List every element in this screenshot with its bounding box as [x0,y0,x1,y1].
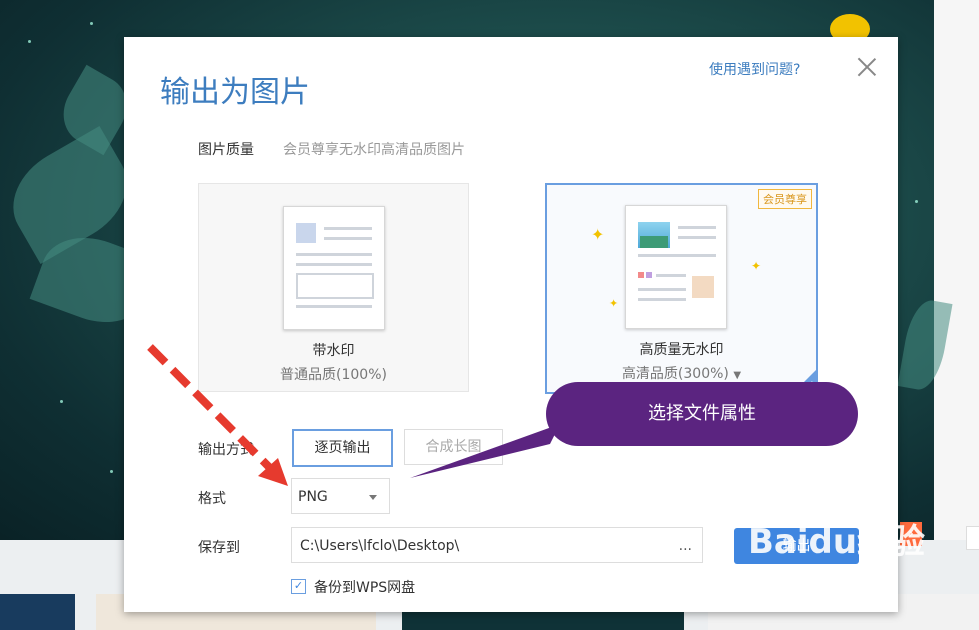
slide-thumbnail[interactable] [0,594,75,630]
star-decoration [110,470,113,473]
help-link[interactable]: 使用遇到问题? [709,59,800,79]
close-icon[interactable] [857,57,877,77]
output-mode-label: 输出方式 [198,442,254,458]
callout-bubble: 选择文件属性 [546,382,858,446]
long-image-button[interactable]: 合成长图 [404,429,503,465]
save-path-field[interactable]: C:\Users\lfclo\Desktop\ ... [291,527,703,563]
save-to-label: 保存到 [198,540,240,556]
browse-button[interactable]: ... [679,528,692,564]
sparkle-icon: ✦ [609,297,619,310]
star-decoration [60,400,63,403]
dialog-title: 输出为图片 [160,75,310,110]
quality-label: 图片质量 [198,142,254,158]
backup-checkbox[interactable]: ✓ [291,579,306,594]
card-quality: 普通品质(100%) [280,367,387,383]
sparkle-icon: ✦ [751,259,762,273]
hd-preview-icon [625,205,727,329]
vip-badge: 会员尊享 [758,189,812,209]
quality-hint: 会员尊享无水印高清品质图片 [283,142,465,158]
save-path-value: C:\Users\lfclo\Desktop\ [300,538,460,554]
backup-label: 备份到WPS网盘 [314,580,416,596]
format-select[interactable]: PNG [291,478,390,514]
watermark-preview-icon [283,206,385,330]
sparkle-icon: ✦ [591,225,605,244]
chevron-down-icon [369,495,377,500]
format-label: 格式 [198,491,226,507]
star-decoration [915,200,918,203]
star-decoration [90,22,93,25]
card-name: 带水印 [312,343,355,359]
quality-card-hd[interactable]: 会员尊享 ✦ ✦ ✦ 高质量无水印 高清品质(300%) ▼ ✓ [545,183,818,394]
per-page-output-button[interactable]: 逐页输出 [292,429,393,467]
quality-card-watermark[interactable]: 带水印 普通品质(100%) [198,183,469,392]
baidu-watermark: Baidu经验 [748,522,926,562]
card-quality-select[interactable]: 高清品质(300%) ▼ [547,363,816,383]
chevron-down-icon: ▼ [733,370,742,381]
right-gap [934,0,979,540]
star-decoration [28,40,31,43]
card-name: 高质量无水印 [639,342,724,358]
format-value: PNG [298,489,328,505]
baidu-watermark-url: jingyan.baidu.com [756,586,886,602]
side-button[interactable] [966,526,979,550]
